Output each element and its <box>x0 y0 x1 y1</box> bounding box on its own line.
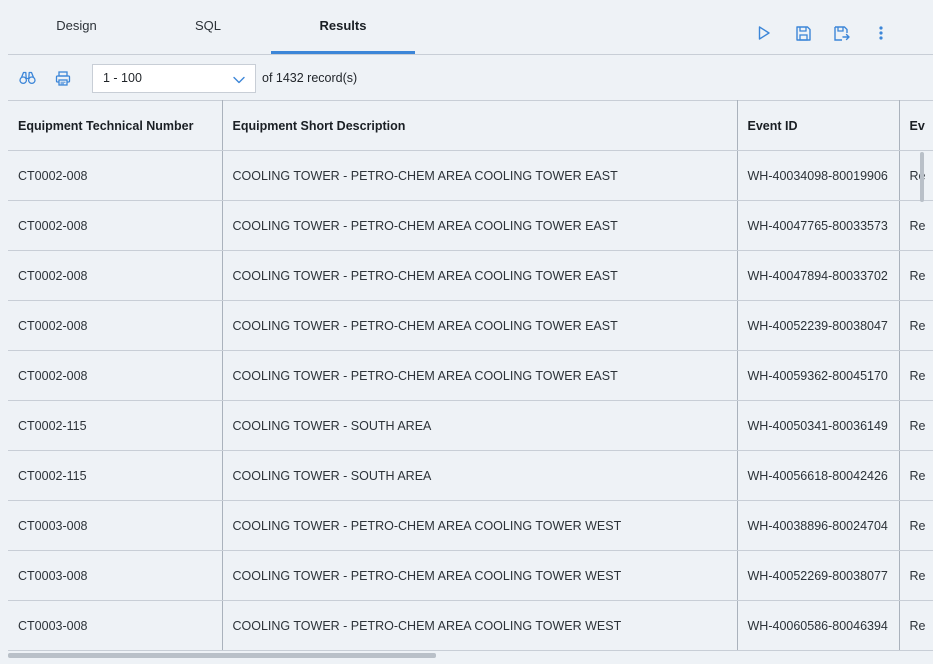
cell-event-truncated: Re <box>899 150 933 201</box>
table-row[interactable]: CT0002-008 COOLING TOWER - PETRO-CHEM AR… <box>8 300 933 351</box>
cell-equipment-short-description: COOLING TOWER - PETRO-CHEM AREA COOLING … <box>222 250 738 301</box>
play-icon[interactable] <box>753 22 775 44</box>
cell-equipment-short-description: COOLING TOWER - SOUTH AREA <box>222 400 738 451</box>
cell-event-id: WH-40050341-80036149 <box>737 400 900 451</box>
tab-sql-label: SQL <box>194 17 221 33</box>
cell-equipment-technical-number: CT0002-115 <box>8 450 223 501</box>
tab-results-label: Results <box>319 17 367 33</box>
cell-equipment-short-description: COOLING TOWER - PETRO-CHEM AREA COOLING … <box>222 200 738 251</box>
cell-equipment-technical-number: CT0002-008 <box>8 150 223 201</box>
horizontal-scrollbar[interactable] <box>8 653 436 658</box>
table-row[interactable]: CT0002-115 COOLING TOWER - SOUTH AREA WH… <box>8 400 933 451</box>
vertical-scrollbar[interactable] <box>920 152 924 202</box>
cell-equipment-technical-number: CT0002-008 <box>8 250 223 301</box>
record-count: of 1432 record(s) <box>262 71 358 85</box>
cell-event-id: WH-40038896-80024704 <box>737 500 900 551</box>
records-bar: 1 - 100 of 1432 record(s) <box>8 62 908 94</box>
cell-event-id: WH-40060586-80046394 <box>737 600 900 651</box>
column-header-event-truncated[interactable]: Ev <box>899 100 933 151</box>
cell-equipment-technical-number: CT0002-008 <box>8 300 223 351</box>
cell-event-truncated: Re <box>899 400 933 451</box>
cell-event-id: WH-40047765-80033573 <box>737 200 900 251</box>
cell-equipment-short-description: COOLING TOWER - PETRO-CHEM AREA COOLING … <box>222 350 738 401</box>
cell-equipment-short-description: COOLING TOWER - SOUTH AREA <box>222 450 738 501</box>
results-table: Equipment Technical Number Equipment Sho… <box>8 100 933 651</box>
cell-equipment-technical-number: CT0003-008 <box>8 550 223 601</box>
tab-sql[interactable]: SQL <box>145 0 271 54</box>
query-results-view: Design SQL Results 1 - 100 of 1432 recor… <box>0 0 933 664</box>
cell-equipment-short-description: COOLING TOWER - PETRO-CHEM AREA COOLING … <box>222 550 738 601</box>
cell-event-truncated: Re <box>899 200 933 251</box>
header-row: Equipment Technical Number Equipment Sho… <box>8 100 933 151</box>
cell-event-truncated: Re <box>899 500 933 551</box>
page-range-value: 1 - 100 <box>103 71 142 85</box>
tab-design[interactable]: Design <box>8 0 145 54</box>
more-vertical-icon[interactable] <box>870 22 892 44</box>
table-row[interactable]: CT0003-008 COOLING TOWER - PETRO-CHEM AR… <box>8 550 933 601</box>
cell-event-id: WH-40034098-80019906 <box>737 150 900 201</box>
table-row[interactable]: CT0003-008 COOLING TOWER - PETRO-CHEM AR… <box>8 500 933 551</box>
cell-event-truncated: Re <box>899 550 933 601</box>
cell-event-id: WH-40052239-80038047 <box>737 300 900 351</box>
cell-event-id: WH-40052269-80038077 <box>737 550 900 601</box>
table-row[interactable]: CT0002-008 COOLING TOWER - PETRO-CHEM AR… <box>8 250 933 301</box>
cell-event-truncated: Re <box>899 300 933 351</box>
query-toolbar <box>753 22 909 44</box>
table-row[interactable]: CT0002-008 COOLING TOWER - PETRO-CHEM AR… <box>8 350 933 401</box>
cell-event-truncated: Re <box>899 600 933 651</box>
printer-icon[interactable] <box>52 67 74 89</box>
table-row[interactable]: CT0002-115 COOLING TOWER - SOUTH AREA WH… <box>8 450 933 501</box>
cell-event-truncated: Re <box>899 250 933 301</box>
table-body: CT0002-008 COOLING TOWER - PETRO-CHEM AR… <box>8 150 933 651</box>
column-header-equipment-short-description[interactable]: Equipment Short Description <box>222 100 738 151</box>
cell-event-id: WH-40056618-80042426 <box>737 450 900 501</box>
cell-equipment-technical-number: CT0003-008 <box>8 600 223 651</box>
table-row[interactable]: CT0003-008 COOLING TOWER - PETRO-CHEM AR… <box>8 600 933 651</box>
table-row[interactable]: CT0002-008 COOLING TOWER - PETRO-CHEM AR… <box>8 150 933 201</box>
cell-event-truncated: Re <box>899 450 933 501</box>
save-as-icon[interactable] <box>831 22 853 44</box>
results-grid: Equipment Technical Number Equipment Sho… <box>8 100 933 656</box>
cell-equipment-short-description: COOLING TOWER - PETRO-CHEM AREA COOLING … <box>222 500 738 551</box>
column-header-equipment-technical-number[interactable]: Equipment Technical Number <box>8 100 223 151</box>
cell-equipment-technical-number: CT0002-115 <box>8 400 223 451</box>
cell-equipment-technical-number: CT0002-008 <box>8 200 223 251</box>
save-icon[interactable] <box>792 22 814 44</box>
cell-equipment-short-description: COOLING TOWER - PETRO-CHEM AREA COOLING … <box>222 600 738 651</box>
cell-event-truncated: Re <box>899 350 933 401</box>
cell-event-id: WH-40047894-80033702 <box>737 250 900 301</box>
cell-equipment-technical-number: CT0002-008 <box>8 350 223 401</box>
cell-equipment-technical-number: CT0003-008 <box>8 500 223 551</box>
tab-design-label: Design <box>56 17 97 33</box>
page-range-select[interactable]: 1 - 100 <box>92 63 256 93</box>
tab-results[interactable]: Results <box>271 0 415 54</box>
cell-equipment-short-description: COOLING TOWER - PETRO-CHEM AREA COOLING … <box>222 150 738 201</box>
binoculars-icon[interactable] <box>16 67 38 89</box>
cell-event-id: WH-40059362-80045170 <box>737 350 900 401</box>
table-row[interactable]: CT0002-008 COOLING TOWER - PETRO-CHEM AR… <box>8 200 933 251</box>
cell-equipment-short-description: COOLING TOWER - PETRO-CHEM AREA COOLING … <box>222 300 738 351</box>
column-header-event-id[interactable]: Event ID <box>737 100 900 151</box>
chevron-down-icon <box>233 73 245 87</box>
